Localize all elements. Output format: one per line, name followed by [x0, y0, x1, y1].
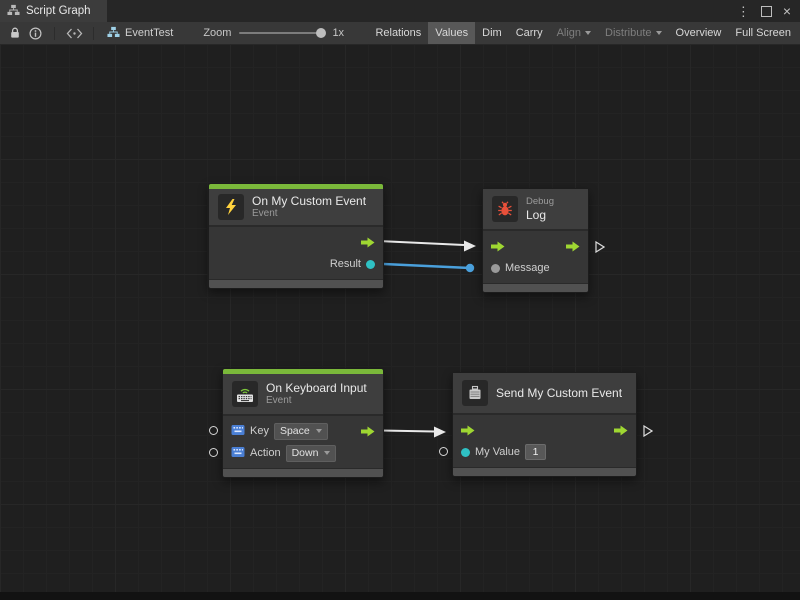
result-port-label: Result: [330, 258, 361, 270]
key-port-label: Key: [250, 425, 269, 437]
distribute-dropdown-button[interactable]: Distribute: [598, 22, 668, 44]
node-body: My Value 1: [453, 413, 636, 467]
result-output-port[interactable]: [366, 260, 375, 269]
node-subtitle: Event: [252, 208, 366, 220]
zoom-knob[interactable]: [316, 28, 326, 38]
action-dropdown[interactable]: Down: [286, 445, 337, 462]
graph-asset-icon: [107, 26, 120, 41]
flow-output-port[interactable]: [566, 241, 580, 252]
dropdown-caret-icon: [585, 31, 591, 35]
message-input-port[interactable]: [491, 264, 500, 273]
wire-control-event-to-log: [378, 241, 464, 245]
node-header: Send My Custom Event: [453, 373, 636, 413]
action-port-label: Action: [250, 447, 281, 459]
relations-button[interactable]: Relations: [368, 22, 428, 44]
carry-button[interactable]: Carry: [509, 22, 550, 44]
keyboard-event-icon: [232, 381, 258, 407]
continuation-triangle-icon: [595, 240, 605, 258]
graph-toolbar: EventTest Zoom 1x Relations Values Dim C…: [0, 22, 800, 45]
node-category: Debug: [526, 196, 554, 208]
flow-output-port[interactable]: [361, 426, 375, 437]
overview-button[interactable]: Overview: [669, 22, 729, 44]
bug-icon: [492, 196, 518, 222]
zoom-slider[interactable]: [239, 32, 324, 34]
my-value-field[interactable]: 1: [525, 444, 546, 460]
flow-output-port[interactable]: [614, 425, 628, 436]
keycode-type-icon: [231, 446, 245, 461]
script-graph-icon: [7, 4, 20, 19]
zoom-label: Zoom: [203, 27, 231, 39]
fullscreen-button[interactable]: Full Screen: [728, 22, 798, 44]
close-icon[interactable]: ×: [783, 4, 791, 18]
tab-script-graph[interactable]: Script Graph: [0, 0, 107, 22]
keycode-type-icon: [231, 424, 245, 439]
node-footer: [209, 279, 383, 288]
wire-control-keyboard-to-send: [378, 431, 434, 432]
code-view-icon[interactable]: [64, 22, 84, 44]
dropdown-caret-icon: [324, 451, 330, 455]
node-subtitle: Event: [266, 395, 367, 407]
message-port-label: Message: [505, 262, 550, 274]
key-dropdown[interactable]: Space: [274, 423, 328, 440]
zoom-value: 1x: [332, 27, 344, 39]
wire-layer: [0, 44, 800, 592]
flow-input-port[interactable]: [461, 425, 475, 436]
my-value-port-label: My Value: [475, 446, 520, 458]
breadcrumb[interactable]: EventTest: [103, 26, 177, 41]
node-title: Send My Custom Event: [496, 386, 622, 400]
node-send-my-custom-event[interactable]: Send My Custom Event My Value 1: [452, 372, 637, 477]
wire-arrowhead-icon: [464, 241, 476, 252]
info-icon[interactable]: [25, 22, 45, 44]
action-unconnected-port[interactable]: [209, 448, 218, 457]
node-on-my-custom-event[interactable]: On My Custom Event Event Result: [208, 183, 384, 289]
node-body: Message: [483, 229, 588, 283]
graph-canvas[interactable]: On My Custom Event Event Result: [0, 44, 800, 592]
my-value-input-port[interactable]: [461, 448, 470, 457]
lock-icon[interactable]: [5, 22, 25, 44]
lightning-icon: [218, 194, 244, 220]
align-dropdown-button[interactable]: Align: [550, 22, 598, 44]
event-box-icon: [462, 380, 488, 406]
node-debug-log[interactable]: Debug Log Message: [482, 188, 589, 293]
values-button[interactable]: Values: [428, 22, 475, 44]
flow-output-port[interactable]: [361, 237, 375, 248]
node-title: On My Custom Event: [252, 194, 366, 208]
wire-value-result-to-message: [372, 264, 470, 269]
wire-arrowhead-icon: [434, 427, 446, 438]
node-footer: [483, 283, 588, 292]
tab-title: Script Graph: [26, 5, 91, 17]
breadcrumb-label: EventTest: [125, 27, 173, 39]
node-title: Log: [526, 208, 554, 222]
node-footer: [223, 468, 383, 477]
node-header: On My Custom Event Event: [209, 189, 383, 225]
window-menu-icon[interactable]: ⋮: [737, 5, 750, 18]
my-value-unconnected-port[interactable]: [439, 447, 448, 456]
key-unconnected-port[interactable]: [209, 426, 218, 435]
toolbar-divider: [93, 27, 94, 40]
dim-button[interactable]: Dim: [475, 22, 509, 44]
flow-input-port[interactable]: [491, 241, 505, 252]
dropdown-caret-icon: [316, 429, 322, 433]
toolbar-divider: [54, 27, 55, 40]
node-header: On Keyboard Input Event: [223, 374, 383, 414]
node-body: Result: [209, 225, 383, 279]
dropdown-caret-icon: [656, 31, 662, 35]
node-on-keyboard-input[interactable]: On Keyboard Input Event Key Space: [222, 368, 384, 478]
continuation-triangle-icon: [643, 424, 653, 442]
window-edge: [0, 592, 800, 600]
wire-endpoint-icon: [466, 264, 474, 272]
window-tab-bar: Script Graph ⋮ ×: [0, 0, 800, 22]
node-title: On Keyboard Input: [266, 381, 367, 395]
node-header: Debug Log: [483, 189, 588, 229]
node-body: Key Space Action Down: [223, 414, 383, 468]
node-footer: [453, 467, 636, 476]
maximize-icon[interactable]: [761, 6, 772, 17]
